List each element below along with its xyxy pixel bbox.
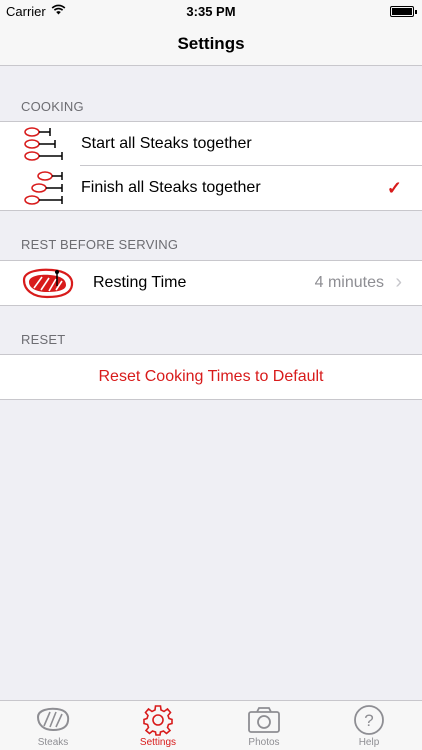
battery-icon bbox=[390, 6, 417, 17]
steaks-finish-icon bbox=[24, 171, 63, 205]
option-label: Finish all Steaks together bbox=[81, 179, 261, 196]
option-finish-together[interactable]: Finish all Steaks together ✓ bbox=[0, 166, 422, 210]
reset-group: Reset Cooking Times to Default bbox=[0, 354, 422, 400]
checkmark-icon: ✓ bbox=[386, 178, 402, 198]
tab-label: Steaks bbox=[37, 737, 69, 748]
clock: 3:35 PM bbox=[186, 4, 236, 19]
tab-settings[interactable]: Settings bbox=[108, 701, 208, 750]
resting-time-value: 4 minutes bbox=[314, 274, 384, 291]
tab-label: Settings bbox=[139, 737, 177, 748]
option-label: Start all Steaks together bbox=[81, 135, 252, 152]
tab-label: Photos bbox=[248, 737, 280, 748]
section-header-cooking: COOKING bbox=[21, 99, 84, 114]
reset-button-label: Reset Cooking Times to Default bbox=[98, 368, 324, 385]
resting-time-label: Resting Time bbox=[93, 274, 187, 291]
resting-time-row[interactable]: Resting Time 4 minutes › bbox=[0, 261, 422, 305]
reset-button[interactable]: Reset Cooking Times to Default bbox=[0, 355, 422, 399]
steak-thermometer-icon bbox=[22, 268, 74, 299]
steaks-start-icon bbox=[24, 127, 63, 161]
page-title: Settings bbox=[177, 34, 245, 53]
camera-icon bbox=[248, 707, 280, 733]
tab-bar: Steaks Settings Photos ? Help bbox=[0, 700, 422, 750]
help-icon: ? bbox=[354, 705, 384, 735]
option-start-together[interactable]: Start all Steaks together bbox=[0, 122, 422, 166]
tab-photos[interactable]: Photos bbox=[214, 701, 314, 750]
tab-steaks[interactable]: Steaks bbox=[3, 701, 103, 750]
gear-icon bbox=[143, 705, 173, 736]
steak-icon bbox=[36, 707, 70, 732]
tab-label: Help bbox=[358, 737, 380, 748]
rest-group: Resting Time 4 minutes › bbox=[0, 260, 422, 306]
section-header-rest: REST BEFORE SERVING bbox=[21, 237, 179, 252]
cooking-options-group: Start all Steaks together Finish all Ste… bbox=[0, 121, 422, 211]
navigation-bar: Settings bbox=[0, 24, 422, 66]
tab-help[interactable]: ? Help bbox=[319, 701, 419, 750]
svg-text:?: ? bbox=[364, 711, 373, 730]
chevron-right-icon: › bbox=[395, 271, 402, 293]
status-bar: Carrier 3:35 PM bbox=[0, 0, 422, 24]
section-header-reset: RESET bbox=[21, 332, 66, 347]
